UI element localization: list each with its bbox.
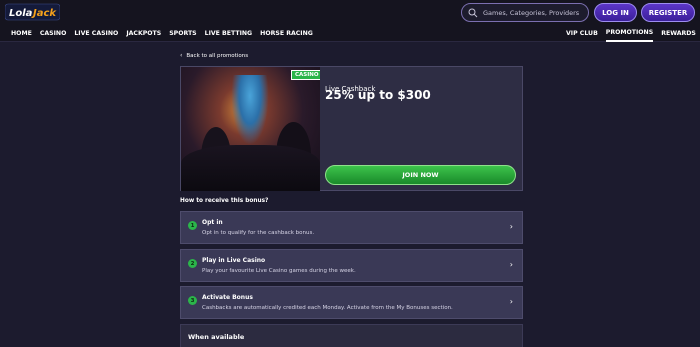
step-card[interactable]: 3 Activate Bonus Cashbacks are automatic… xyxy=(180,286,523,319)
chevron-right-icon: › xyxy=(509,222,513,231)
nav-item-horse-racing[interactable]: HORSE RACING xyxy=(260,25,313,42)
top-header: Lola Jack LOG IN REGISTER xyxy=(0,0,700,25)
search-input[interactable] xyxy=(483,8,583,17)
nav-item-home[interactable]: HOME xyxy=(11,25,32,42)
search-icon xyxy=(468,8,478,17)
how-to-heading: How to receive this bonus? xyxy=(180,198,269,204)
nav-item-jackpots[interactable]: JACKPOTS xyxy=(126,25,161,42)
chevron-right-icon: › xyxy=(509,297,513,306)
promo-image: CASINO xyxy=(181,67,320,191)
step-title: Play in Live Casino xyxy=(202,257,266,264)
when-available-section[interactable]: When available xyxy=(180,324,523,347)
when-available-title: When available xyxy=(188,333,245,341)
step-number: 1 xyxy=(188,221,197,230)
join-now-button[interactable]: JOIN NOW xyxy=(325,165,516,185)
nav-item-promotions[interactable]: PROMOTIONS xyxy=(605,25,654,42)
nav-item-rewards[interactable]: REWARDS xyxy=(661,25,696,42)
step-description: Play your favourite Live Casino games du… xyxy=(202,268,356,274)
nav-item-live-betting[interactable]: LIVE BETTING xyxy=(205,25,253,42)
step-number: 3 xyxy=(188,296,197,305)
login-button[interactable]: LOG IN xyxy=(594,3,637,22)
nav-right-group: VIP CLUB PROMOTIONS REWARDS xyxy=(566,25,700,42)
nav-item-casino[interactable]: CASINO xyxy=(40,25,67,42)
promo-title: 25% up to $300 xyxy=(325,88,431,102)
register-button[interactable]: REGISTER xyxy=(641,3,695,22)
chevron-left-icon: ‹ xyxy=(180,52,183,59)
svg-text:Jack: Jack xyxy=(31,8,57,19)
casino-badge: CASINO xyxy=(291,70,320,80)
promo-image-crowd xyxy=(181,145,320,191)
step-description: Cashbacks are automatically credited eac… xyxy=(202,305,453,311)
chevron-right-icon: › xyxy=(509,260,513,269)
step-card[interactable]: 2 Play in Live Casino Play your favourit… xyxy=(180,249,523,282)
nav-left-group: HOME CASINO LIVE CASINO JACKPOTS SPORTS … xyxy=(11,25,321,42)
site-logo[interactable]: Lola Jack xyxy=(5,3,60,21)
promo-image-figure xyxy=(231,75,269,145)
logo-icon: Lola Jack xyxy=(5,3,60,21)
search-box[interactable] xyxy=(461,3,589,22)
back-to-promotions-link[interactable]: ‹ Back to all promotions xyxy=(180,52,248,59)
nav-item-live-casino[interactable]: LIVE CASINO xyxy=(74,25,118,42)
step-title: Activate Bonus xyxy=(202,294,253,301)
svg-text:Lola: Lola xyxy=(9,8,33,19)
back-link-label: Back to all promotions xyxy=(186,52,249,59)
step-number: 2 xyxy=(188,259,197,268)
nav-item-vip-club[interactable]: VIP CLUB xyxy=(566,25,598,42)
nav-item-sports[interactable]: SPORTS xyxy=(169,25,196,42)
step-card[interactable]: 1 Opt in Opt in to qualify for the cashb… xyxy=(180,211,523,244)
main-nav: HOME CASINO LIVE CASINO JACKPOTS SPORTS … xyxy=(0,25,700,42)
step-description: Opt in to qualify for the cashback bonus… xyxy=(202,230,315,236)
step-title: Opt in xyxy=(202,219,223,226)
